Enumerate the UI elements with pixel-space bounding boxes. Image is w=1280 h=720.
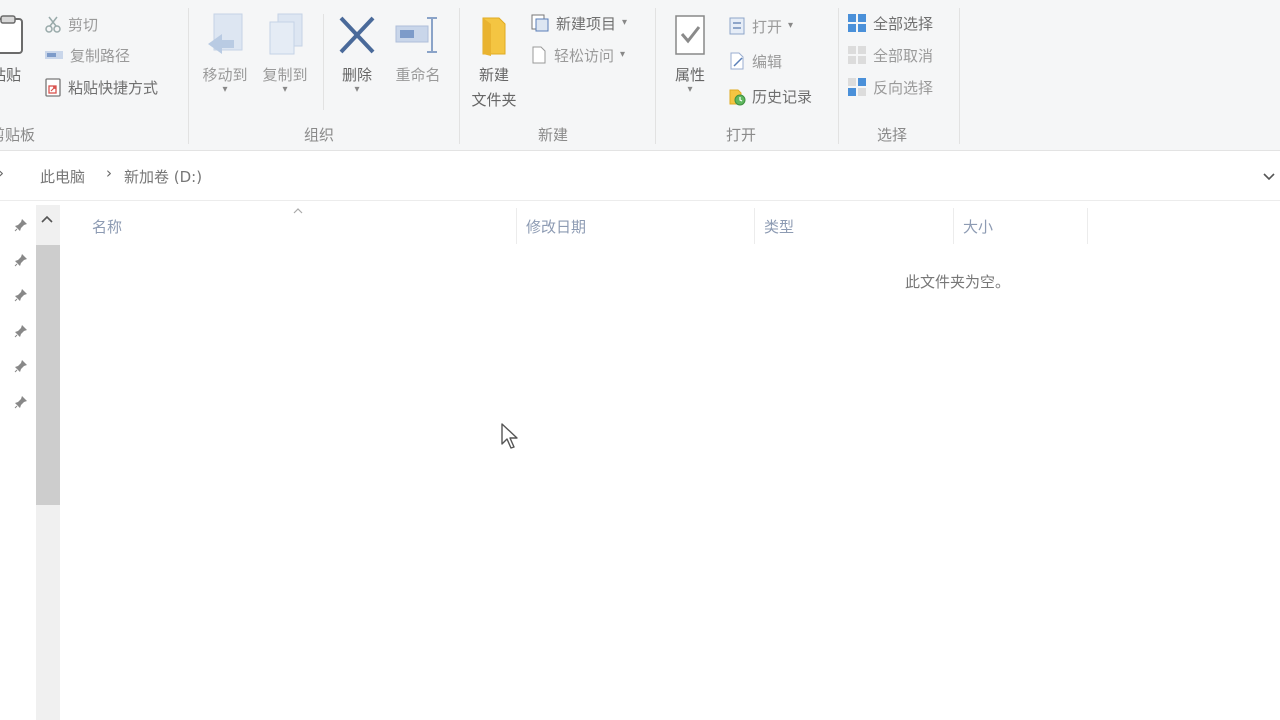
invert-selection-button[interactable]: 反向选择 <box>847 75 933 99</box>
history-icon <box>729 89 746 106</box>
invert-selection-label: 反向选择 <box>873 78 934 97</box>
select-all-icon <box>848 14 866 32</box>
copy-to-label: 复制到 <box>262 66 308 84</box>
group-divider <box>959 8 960 144</box>
ribbon: 粘贴 剪切 复制路径 粘贴快捷方式 剪 <box>0 0 1280 151</box>
clipboard-group: 粘贴 剪切 复制路径 粘贴快捷方式 剪 <box>0 0 188 150</box>
copy-to-button[interactable]: 复制到 ▾ <box>257 12 313 95</box>
edit-icon <box>730 52 744 70</box>
breadcrumb-separator-icon[interactable]: › <box>106 164 112 182</box>
column-divider[interactable] <box>754 208 755 244</box>
pin-icon[interactable] <box>14 253 28 267</box>
pin-icon[interactable] <box>14 218 28 232</box>
mouse-cursor-icon <box>501 423 518 449</box>
open-group: 属性 ▾ 打开 ▾ 编辑 历史记录 打开 <box>656 0 838 150</box>
clipboard-icon <box>0 15 23 54</box>
column-divider[interactable] <box>953 208 954 244</box>
edit-label: 编辑 <box>752 52 783 71</box>
edit-button[interactable]: 编辑 <box>728 49 782 73</box>
easy-access-icon <box>532 46 546 64</box>
new-folder-label-line1: 新建 <box>478 66 509 84</box>
select-none-button[interactable]: 全部取消 <box>847 43 933 67</box>
paste-button[interactable]: 粘贴 <box>0 14 28 85</box>
organize-inner-divider <box>323 14 324 110</box>
pin-icon[interactable] <box>14 288 28 302</box>
easy-access-dropdown-icon: ▾ <box>620 49 626 60</box>
history-button[interactable]: 历史记录 <box>728 84 812 108</box>
select-none-label: 全部取消 <box>873 46 934 65</box>
column-header-size[interactable]: 大小 <box>963 216 993 237</box>
organize-group: 移动到 ▾ 复制到 ▾ 删除 ▾ 重命名 组织 <box>189 0 459 150</box>
breadcrumb-current-drive[interactable]: 新加卷 (D:) <box>124 166 202 187</box>
easy-access-button[interactable]: 轻松访问 ▾ <box>530 43 625 67</box>
pin-icon[interactable] <box>14 324 28 338</box>
properties-icon <box>675 15 705 55</box>
sort-ascending-icon <box>293 208 303 214</box>
clipboard-group-label: 剪贴板 <box>0 126 36 144</box>
open-group-label: 打开 <box>726 126 757 144</box>
properties-label: 属性 <box>674 66 705 84</box>
easy-access-label: 轻松访问 <box>554 46 615 65</box>
scroll-up-arrow-icon[interactable] <box>40 214 54 224</box>
open-dropdown-icon: ▾ <box>788 20 794 31</box>
column-divider[interactable] <box>516 208 517 244</box>
pin-icon[interactable] <box>14 395 28 409</box>
copy-path-icon <box>45 51 63 59</box>
nav-scrollbar-thumb[interactable] <box>36 245 60 505</box>
select-group-label: 选择 <box>877 126 908 144</box>
delete-dropdown-icon: ▾ <box>354 84 360 95</box>
paste-label: 粘贴 <box>0 66 21 84</box>
move-to-dropdown-icon: ▾ <box>222 84 228 95</box>
pin-icon[interactable] <box>14 359 28 373</box>
empty-folder-message: 此文件夹为空。 <box>905 273 1011 291</box>
new-item-dropdown-icon: ▾ <box>622 17 628 28</box>
scissors-icon <box>45 16 61 33</box>
copy-path-label: 复制路径 <box>70 46 131 65</box>
invert-selection-icon <box>848 78 866 96</box>
select-group: 全部选择 全部取消 反向选择 选择 <box>839 0 959 150</box>
new-group-label: 新建 <box>538 126 569 144</box>
select-all-button[interactable]: 全部选择 <box>847 11 933 35</box>
open-icon <box>729 17 745 35</box>
select-all-label: 全部选择 <box>873 14 934 33</box>
copy-path-button[interactable]: 复制路径 <box>44 43 130 67</box>
copy-to-dropdown-icon: ▾ <box>282 84 288 95</box>
move-to-button[interactable]: 移动到 ▾ <box>197 12 253 95</box>
new-folder-icon <box>482 17 506 56</box>
column-header-date-modified[interactable]: 修改日期 <box>526 216 586 237</box>
properties-button[interactable]: 属性 ▾ <box>666 14 714 95</box>
column-header-name[interactable]: 名称 <box>92 216 122 237</box>
organize-group-label: 组织 <box>304 126 335 144</box>
rename-icon <box>395 17 437 53</box>
new-item-icon <box>531 14 549 32</box>
move-to-label: 移动到 <box>202 66 248 84</box>
delete-x-icon <box>339 16 375 54</box>
properties-dropdown-icon: ▾ <box>687 84 693 95</box>
new-item-label: 新建项目 <box>556 14 617 33</box>
new-group: 新建 文件夹 新建项目 ▾ 轻松访问 ▾ 新建 <box>460 0 655 150</box>
move-to-icon <box>208 13 243 54</box>
column-header-type[interactable]: 类型 <box>764 216 794 237</box>
address-history-chevron-down-icon[interactable] <box>1262 172 1276 182</box>
delete-button[interactable]: 删除 ▾ <box>331 14 383 95</box>
rename-button[interactable]: 重命名 <box>387 14 449 85</box>
new-folder-label-line2: 文件夹 <box>471 91 517 109</box>
paste-shortcut-button[interactable]: 粘贴快捷方式 <box>44 75 158 99</box>
column-divider[interactable] <box>1087 208 1088 244</box>
breadcrumb-this-pc[interactable]: 此电脑 <box>40 166 85 187</box>
delete-label: 删除 <box>341 66 372 84</box>
cut-button[interactable]: 剪切 <box>44 12 98 36</box>
history-label: 历史记录 <box>752 87 813 106</box>
select-none-icon <box>848 46 866 64</box>
rename-label: 重命名 <box>395 66 441 84</box>
open-label: 打开 <box>752 17 783 36</box>
new-folder-button[interactable]: 新建 文件夹 <box>464 14 524 110</box>
breadcrumb-root-chevron-icon[interactable]: › <box>0 164 4 182</box>
cut-label: 剪切 <box>68 15 99 34</box>
copy-to-icon <box>269 13 303 55</box>
open-button[interactable]: 打开 ▾ <box>728 14 793 38</box>
paste-shortcut-icon <box>45 78 61 97</box>
paste-shortcut-label: 粘贴快捷方式 <box>68 78 159 97</box>
new-item-button[interactable]: 新建项目 ▾ <box>530 11 627 35</box>
